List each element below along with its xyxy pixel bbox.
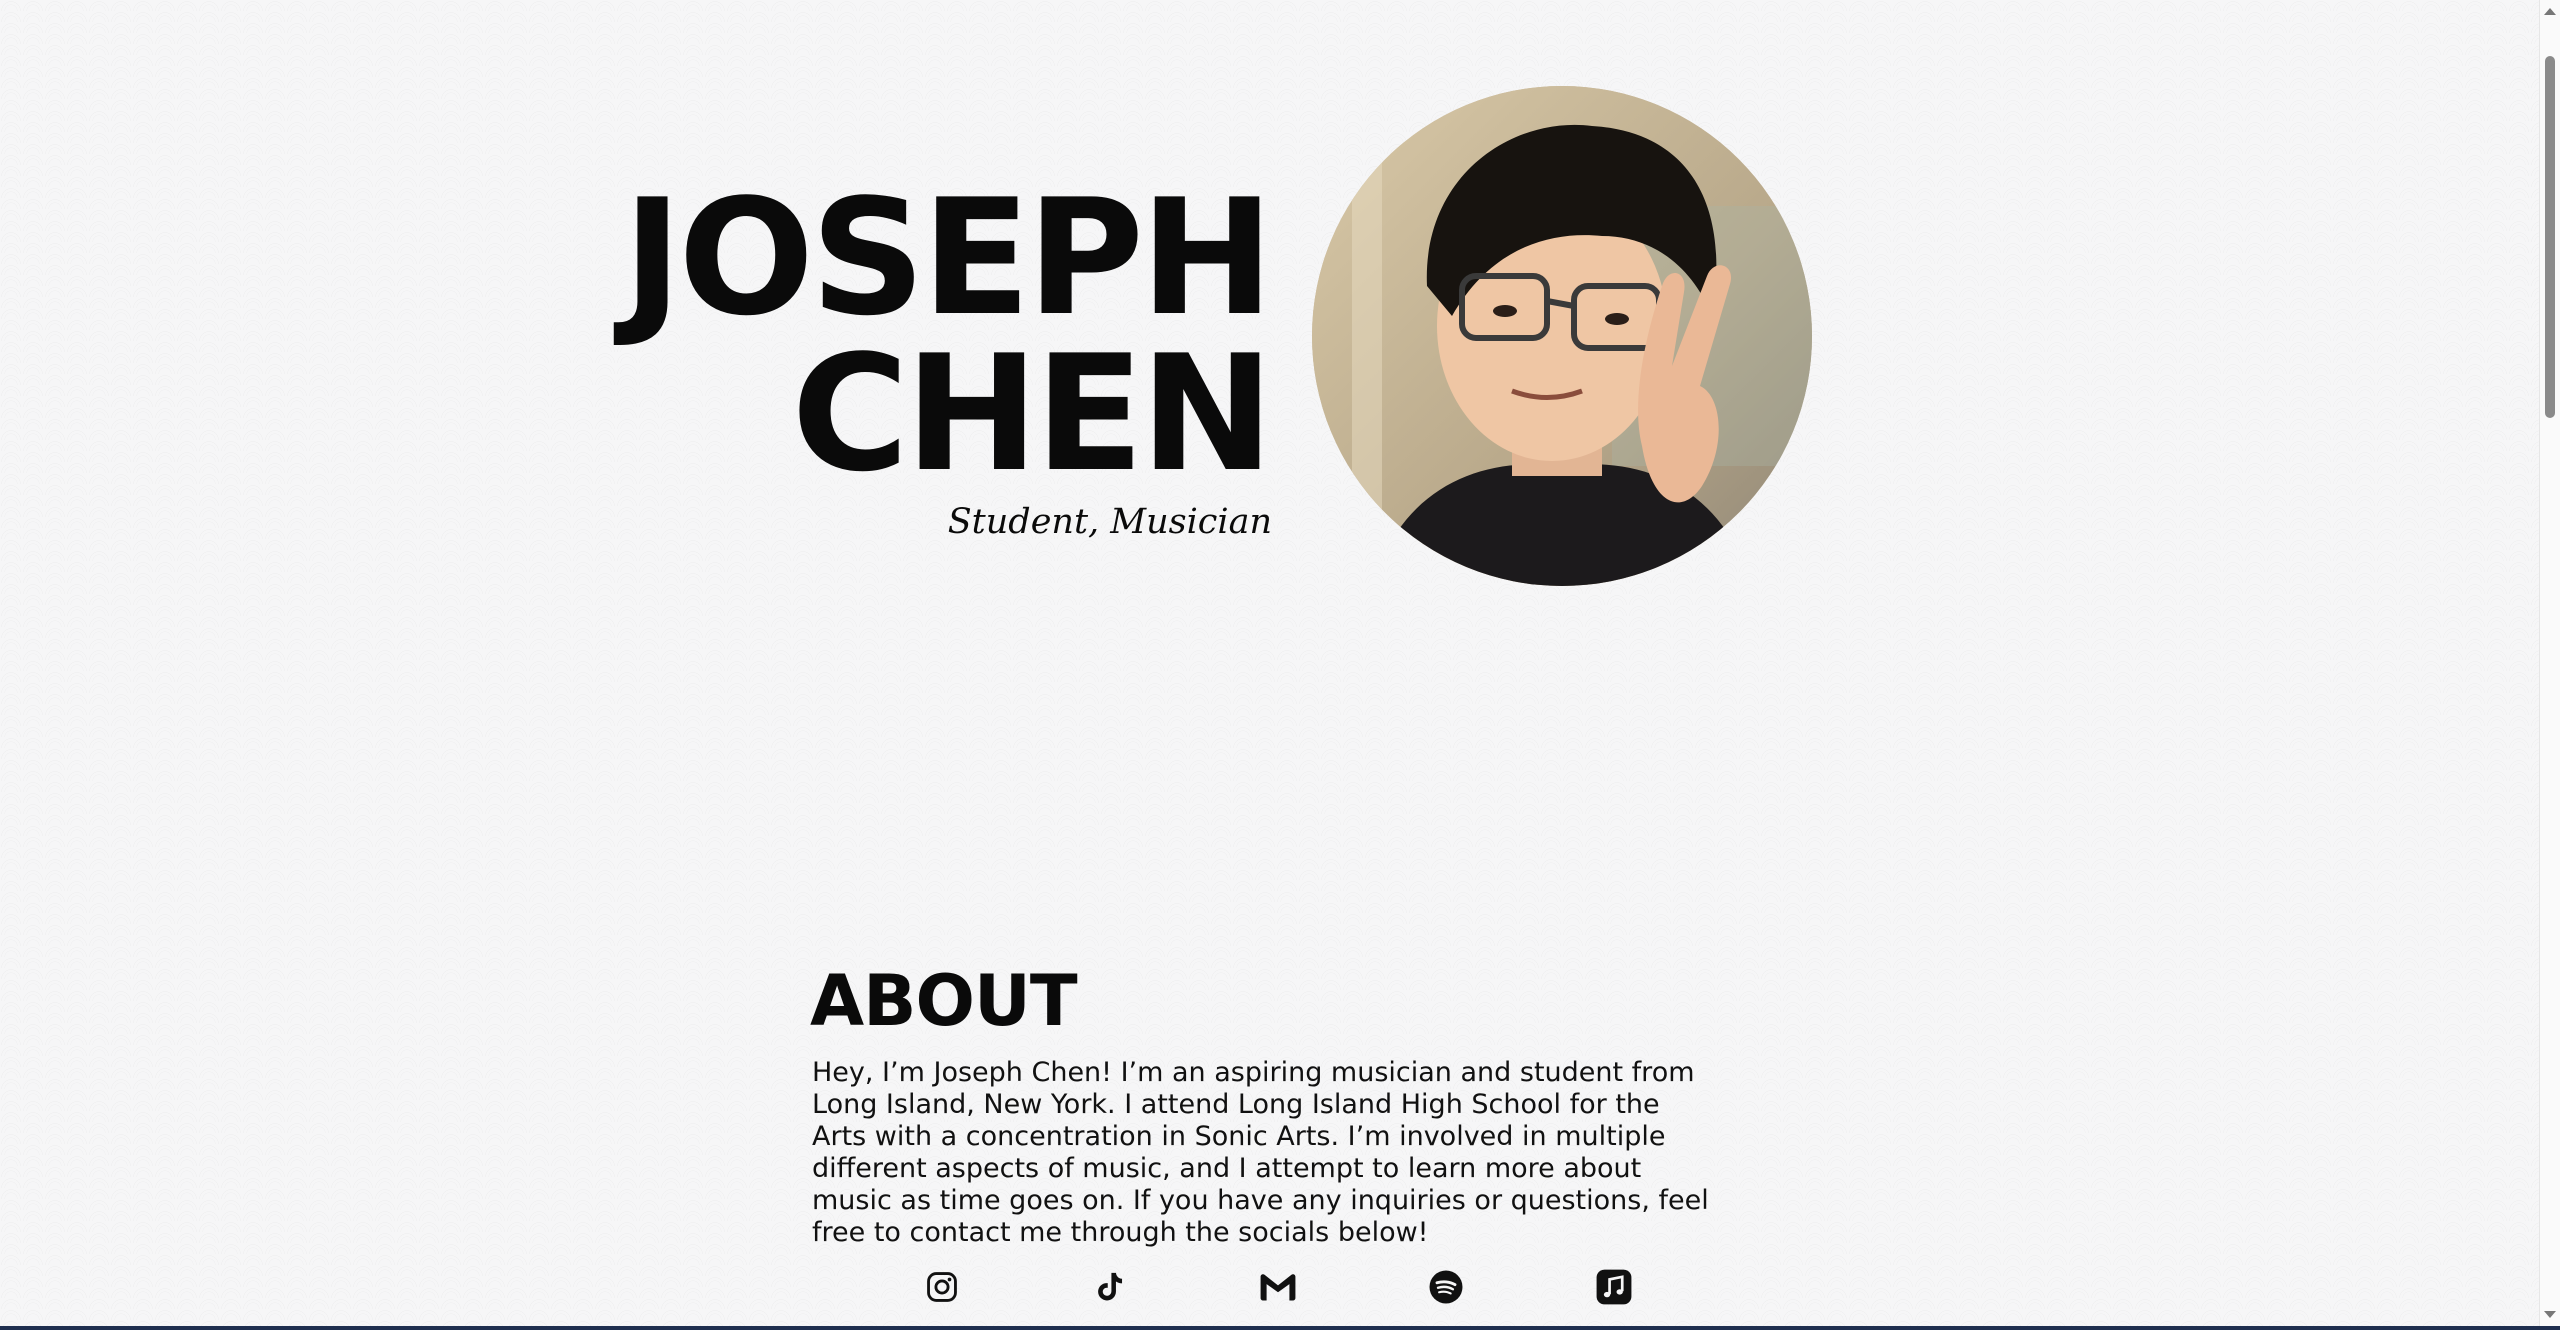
hero-subtitle: Student, Musician [947, 502, 1272, 542]
bottom-edge-strip [0, 1326, 2560, 1330]
tiktok-icon [1098, 1272, 1123, 1301]
hero-name-last: CHEN [791, 320, 1274, 507]
profile-photo [1312, 86, 1812, 586]
hero-name-first: JOSEPH [622, 164, 1274, 351]
apple-music-icon [1596, 1269, 1632, 1305]
spotify-link[interactable] [1422, 1263, 1470, 1311]
scroll-up-arrow-icon[interactable] [2544, 8, 2556, 15]
about-heading: ABOUT [810, 960, 1078, 1042]
gmail-icon [1260, 1274, 1296, 1301]
spotify-icon [1429, 1270, 1463, 1304]
scroll-down-arrow-icon[interactable] [2544, 1311, 2556, 1318]
instagram-icon [927, 1272, 957, 1302]
tiktok-link[interactable] [1086, 1263, 1134, 1311]
instagram-link[interactable] [918, 1263, 966, 1311]
apple-music-link[interactable] [1590, 1263, 1638, 1311]
scrollbar-thumb[interactable] [2545, 56, 2555, 418]
hero-name: JOSEPH CHEN [560, 164, 1274, 507]
social-links [918, 1263, 1638, 1311]
about-text: Hey, I’m Joseph Chen! I’m an aspiring mu… [812, 1057, 1709, 1248]
vertical-scrollbar[interactable] [2539, 0, 2560, 1326]
page: JOSEPH CHEN Student, Musician ABOUT Hey,… [0, 0, 2540, 1326]
gmail-link[interactable] [1254, 1263, 1302, 1311]
